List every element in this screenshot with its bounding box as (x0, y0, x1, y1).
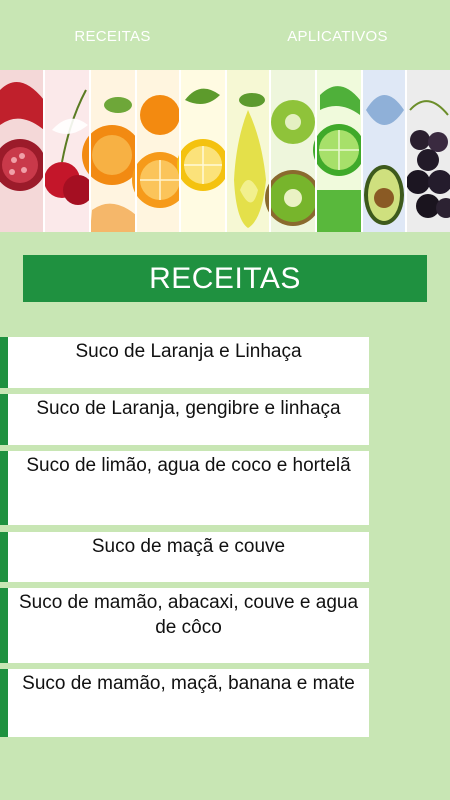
recipe-item-2[interactable]: Suco de Laranja, gengibre e linhaça (0, 394, 369, 445)
avocado-slice (362, 70, 406, 232)
recipe-item-3[interactable]: Suco de limão, agua de coco e hortelã (0, 451, 369, 525)
page-title: RECEITAS (23, 255, 427, 302)
recipe-item-4[interactable]: Suco de maçã e couve (0, 532, 369, 582)
recipe-label: Suco de limão, agua de coco e hortelã (26, 455, 351, 476)
recipe-label: Suco de Laranja, gengibre e linhaça (36, 398, 341, 419)
recipe-item-1[interactable]: Suco de Laranja e Linhaça (0, 337, 369, 388)
recipe-label: Suco de mamão, maçã, banana e mate (22, 673, 355, 694)
lime-slice (313, 70, 365, 232)
recipe-label: Suco de mamão, abacaxi, couve e agua de … (18, 592, 359, 638)
recipe-label: Suco de Laranja e Linhaça (75, 341, 302, 362)
pear-slice (226, 70, 270, 232)
recipe-label: Suco de maçã e couve (91, 536, 286, 557)
grape-slice (406, 70, 450, 232)
lemon-slice (177, 70, 229, 232)
tab-receitas[interactable]: RECEITAS (0, 0, 225, 78)
recipe-item-5[interactable]: Suco de mamão, abacaxi, couve e agua de … (0, 588, 369, 663)
tab-aplicativos[interactable]: APLICATIVOS (225, 0, 450, 78)
fruit-banner-image (0, 70, 450, 232)
kiwi-slice (265, 70, 321, 232)
pomegranate-slice (0, 70, 46, 232)
top-tab-bar: RECEITAS APLICATIVOS (0, 0, 450, 78)
recipe-item-6[interactable]: Suco de mamão, maçã, banana e mate (0, 669, 369, 737)
